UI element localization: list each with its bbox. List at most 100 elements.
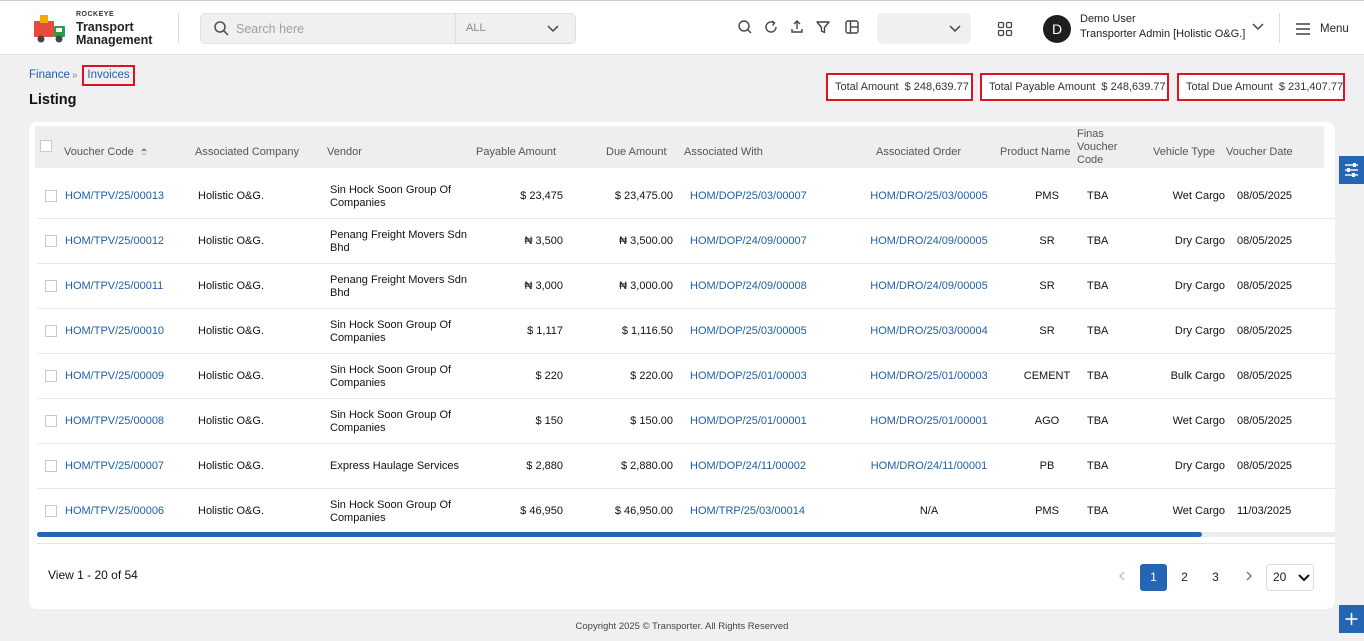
associated-with-link[interactable]: HOM/DOP/25/01/00001 bbox=[690, 415, 807, 427]
finas-voucher-code: TBA bbox=[1087, 235, 1109, 247]
breadcrumb-finance[interactable]: Finance bbox=[29, 69, 70, 81]
search-icon[interactable] bbox=[737, 19, 753, 35]
horizontal-scrollbar[interactable] bbox=[37, 532, 1335, 537]
app-logo[interactable]: ROCKEYE Transport Management bbox=[32, 11, 162, 47]
associated-company: Holistic O&G. bbox=[198, 235, 265, 247]
page-size-select[interactable]: 20 bbox=[1266, 564, 1314, 591]
voucher-code-link[interactable]: HOM/TPV/25/00009 bbox=[65, 370, 164, 382]
chevron-left-icon[interactable] bbox=[1117, 571, 1127, 581]
row-checkbox[interactable] bbox=[45, 325, 57, 337]
vehicle-type: Dry Cargo bbox=[1174, 280, 1225, 292]
associated-order-link[interactable]: HOM/DRO/24/11/00001 bbox=[864, 460, 994, 472]
filter-icon[interactable] bbox=[815, 19, 831, 35]
breadcrumb-invoices[interactable]: Invoices bbox=[82, 65, 135, 86]
associated-order-link[interactable]: HOM/DRO/25/03/00004 bbox=[864, 325, 994, 337]
col-due-amount[interactable]: Due Amount bbox=[606, 146, 667, 158]
voucher-code-link[interactable]: HOM/TPV/25/00010 bbox=[65, 325, 164, 337]
chevron-down-icon[interactable] bbox=[1252, 23, 1264, 31]
col-voucher-date[interactable]: Voucher Date bbox=[1226, 146, 1293, 158]
col-payable-amount[interactable]: Payable Amount bbox=[476, 146, 556, 158]
associated-order-link[interactable]: HOM/DRO/25/01/00001 bbox=[864, 415, 994, 427]
user-role[interactable]: Transporter Admin [Holistic O&G.] bbox=[1080, 28, 1245, 40]
avatar[interactable]: D bbox=[1043, 15, 1071, 43]
vendor-line-1: Sin Hock Soon Group Of bbox=[330, 184, 452, 196]
voucher-date: 08/05/2025 bbox=[1237, 280, 1293, 292]
refresh-icon[interactable] bbox=[763, 19, 779, 35]
menu-button[interactable]: Menu bbox=[1320, 23, 1349, 35]
due-amount: $ 1,116.50 bbox=[621, 325, 673, 337]
page-button-3[interactable]: 3 bbox=[1202, 564, 1229, 591]
associated-with-link[interactable]: HOM/DOP/25/03/00005 bbox=[690, 325, 807, 337]
page-button-2[interactable]: 2 bbox=[1171, 564, 1198, 591]
col-finas-voucher-code[interactable]: Finas Voucher Code bbox=[1077, 128, 1117, 167]
finas-voucher-code: TBA bbox=[1087, 190, 1109, 202]
voucher-code-link[interactable]: HOM/TPV/25/00012 bbox=[65, 235, 164, 247]
select-all-checkbox[interactable] bbox=[40, 140, 52, 152]
row-checkbox[interactable] bbox=[45, 505, 57, 517]
associated-company: Holistic O&G. bbox=[198, 370, 265, 382]
hamburger-menu-icon[interactable] bbox=[1296, 23, 1310, 35]
chevron-right-icon[interactable] bbox=[1244, 571, 1254, 581]
voucher-code-link[interactable]: HOM/TPV/25/00007 bbox=[65, 460, 164, 472]
horizontal-scrollbar-thumb[interactable] bbox=[37, 532, 1202, 537]
voucher-code-link[interactable]: HOM/TPV/25/00006 bbox=[65, 505, 164, 517]
table-divider bbox=[37, 543, 1335, 544]
col-associated-company[interactable]: Associated Company bbox=[195, 146, 299, 158]
column-settings-button[interactable] bbox=[1339, 156, 1364, 184]
row-checkbox[interactable] bbox=[45, 280, 57, 292]
vendor-line-2: Companies bbox=[330, 512, 386, 524]
brand-small: ROCKEYE bbox=[76, 11, 115, 18]
vendor-name: Penang Freight Movers Sdn Bhd bbox=[330, 229, 470, 255]
table-row: HOM/TPV/25/00006 Holistic O&G. Sin Hock … bbox=[37, 489, 1335, 534]
associated-company: Holistic O&G. bbox=[198, 460, 265, 472]
associated-with-link[interactable]: HOM/DOP/24/09/00007 bbox=[690, 235, 807, 247]
voucher-date: 11/03/2025 bbox=[1237, 505, 1292, 517]
vehicle-type: Wet Cargo bbox=[1172, 190, 1225, 202]
associated-with-link[interactable]: HOM/TRP/25/03/00014 bbox=[690, 505, 805, 517]
table-header: Voucher Code Associated Company Vendor P… bbox=[35, 126, 1324, 168]
page-button-1[interactable]: 1 bbox=[1140, 564, 1167, 591]
voucher-code-link[interactable]: HOM/TPV/25/00013 bbox=[65, 190, 164, 202]
row-checkbox[interactable] bbox=[45, 190, 57, 202]
row-checkbox[interactable] bbox=[45, 460, 57, 472]
search-input[interactable] bbox=[236, 20, 446, 38]
col-voucher-code[interactable]: Voucher Code bbox=[64, 146, 148, 158]
vendor-line-1: Penang Freight Movers Sdn bbox=[330, 274, 467, 286]
associated-order-link[interactable]: HOM/DRO/24/09/00005 bbox=[864, 280, 994, 292]
row-checkbox[interactable] bbox=[45, 415, 57, 427]
col-associated-order[interactable]: Associated Order bbox=[876, 146, 961, 158]
row-checkbox[interactable] bbox=[45, 370, 57, 382]
associated-with-link[interactable]: HOM/DOP/24/11/00002 bbox=[690, 460, 806, 472]
col-vendor[interactable]: Vendor bbox=[327, 146, 362, 158]
col-vehicle-type[interactable]: Vehicle Type bbox=[1153, 146, 1215, 158]
voucher-date: 08/05/2025 bbox=[1237, 190, 1293, 202]
associated-order-link[interactable]: HOM/DRO/25/01/00003 bbox=[864, 370, 994, 382]
table-row: HOM/TPV/25/00009 Holistic O&G. Sin Hock … bbox=[37, 354, 1335, 399]
associated-with-link[interactable]: HOM/DOP/25/01/00003 bbox=[690, 370, 807, 382]
header-dropdown[interactable] bbox=[877, 13, 971, 44]
total-amount-value: $ 248,639.77 bbox=[904, 81, 969, 93]
voucher-code-link[interactable]: HOM/TPV/25/00011 bbox=[65, 280, 163, 292]
voucher-code-link[interactable]: HOM/TPV/25/00008 bbox=[65, 415, 164, 427]
search-scope-select[interactable]: ALL bbox=[455, 13, 576, 44]
row-checkbox[interactable] bbox=[45, 235, 57, 247]
col-finas-line-3: Code bbox=[1077, 154, 1104, 166]
total-due-amount-badge: Total Due Amount $ 231,407.77 bbox=[1177, 73, 1345, 101]
associated-with-link[interactable]: HOM/DOP/25/03/00007 bbox=[690, 190, 807, 202]
payable-amount: $ 2,880 bbox=[526, 460, 563, 472]
vendor-line-2: Companies bbox=[330, 197, 386, 209]
col-product-name[interactable]: Product Name bbox=[1000, 146, 1070, 158]
due-amount: $ 46,950.00 bbox=[614, 505, 673, 517]
associated-order-link[interactable]: HOM/DRO/24/09/00005 bbox=[864, 235, 994, 247]
sort-icon[interactable] bbox=[140, 148, 148, 157]
col-associated-with[interactable]: Associated With bbox=[684, 146, 763, 158]
columns-icon[interactable] bbox=[844, 19, 860, 35]
upload-icon[interactable] bbox=[789, 19, 805, 35]
associated-with-link[interactable]: HOM/DOP/24/09/00008 bbox=[690, 280, 807, 292]
total-due-value: $ 231,407.77 bbox=[1278, 81, 1344, 93]
associated-order-link[interactable]: HOM/DRO/25/03/00005 bbox=[864, 190, 994, 202]
user-name[interactable]: Demo User bbox=[1080, 13, 1136, 25]
product-name: PB bbox=[1039, 460, 1055, 472]
table-row: HOM/TPV/25/00011 Holistic O&G. Penang Fr… bbox=[37, 264, 1335, 309]
apps-grid-icon[interactable] bbox=[997, 21, 1013, 37]
